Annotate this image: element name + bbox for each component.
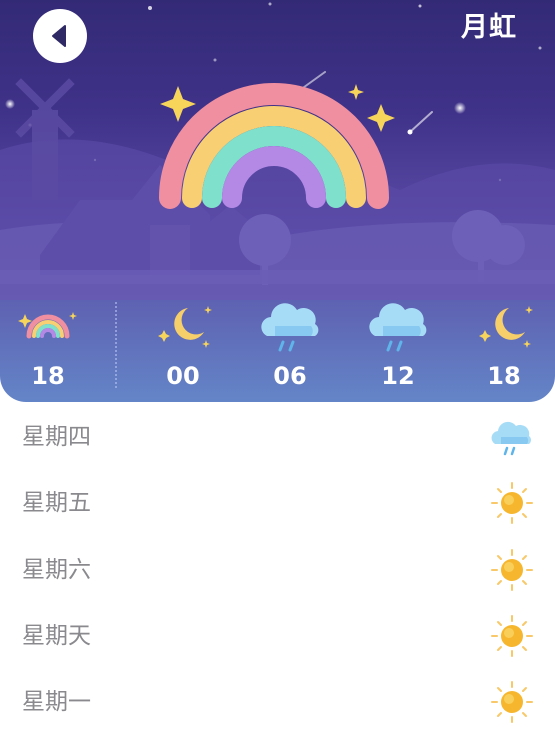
sun-icon bbox=[491, 482, 533, 524]
hourly-forecast: 18 00 06 12 18 bbox=[0, 292, 555, 402]
rain-cloud-icon bbox=[369, 303, 427, 352]
moon-icon bbox=[158, 306, 212, 348]
chevron-left-icon bbox=[52, 25, 66, 47]
rain-cloud-icon bbox=[491, 421, 531, 456]
hourly-time: 12 bbox=[381, 362, 415, 390]
hourly-item: 06 bbox=[245, 292, 335, 402]
hourly-time: 18 bbox=[487, 362, 521, 390]
sun-icon bbox=[491, 549, 533, 591]
daily-row[interactable]: 星期一 bbox=[0, 669, 555, 735]
daily-row[interactable]: 星期四 bbox=[0, 404, 555, 470]
day-name: 星期六 bbox=[22, 557, 91, 583]
back-button[interactable] bbox=[33, 9, 87, 63]
day-name: 星期四 bbox=[22, 424, 91, 450]
sun-icon bbox=[491, 681, 533, 723]
hourly-item: 00 bbox=[138, 292, 228, 402]
daily-row[interactable]: 星期天 bbox=[0, 603, 555, 669]
hourly-item: 18 bbox=[459, 292, 549, 402]
day-name: 星期天 bbox=[22, 623, 91, 649]
daily-row[interactable]: 星期六 bbox=[0, 537, 555, 603]
page-title: 月虹 bbox=[461, 12, 517, 43]
sun-icon bbox=[491, 615, 533, 657]
hourly-time: 06 bbox=[273, 362, 307, 390]
hourly-time: 18 bbox=[31, 362, 65, 390]
daily-row[interactable]: 星期五 bbox=[0, 470, 555, 536]
day-name: 星期五 bbox=[22, 490, 91, 516]
hourly-item: 18 bbox=[3, 292, 93, 402]
rain-cloud-icon bbox=[261, 303, 319, 352]
weather-hero: 月虹 18 00 06 12 18 bbox=[0, 0, 555, 402]
rainbow-icon bbox=[18, 312, 77, 339]
hourly-time: 00 bbox=[166, 362, 200, 390]
hourly-item: 12 bbox=[353, 292, 443, 402]
day-name: 星期一 bbox=[22, 689, 91, 715]
moon-icon bbox=[479, 306, 533, 348]
